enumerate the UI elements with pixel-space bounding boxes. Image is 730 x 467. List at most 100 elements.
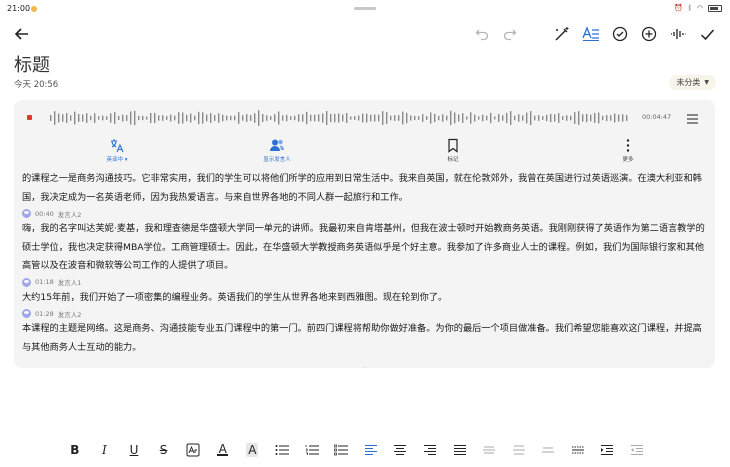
collapse-chevron-icon[interactable] bbox=[358, 358, 372, 368]
window-handle[interactable] bbox=[354, 7, 376, 10]
text-format-button[interactable] bbox=[580, 24, 602, 44]
waveform-bar bbox=[514, 115, 516, 121]
waveform-bar bbox=[482, 114, 484, 122]
audio-waveform[interactable] bbox=[48, 108, 628, 128]
waveform-bar bbox=[90, 115, 92, 121]
waveform-bar bbox=[626, 115, 628, 121]
waveform-bar bbox=[254, 113, 256, 123]
highlight-button[interactable]: A bbox=[238, 440, 268, 460]
check-circle-icon bbox=[612, 26, 628, 42]
magic-pen-button[interactable] bbox=[552, 24, 572, 44]
transcript-intro-text: 的课程之一是商务沟通技巧。它非常实用，我们的学生可以将他们所学的应用到日常生活中… bbox=[22, 173, 702, 203]
segment-speaker[interactable]: 00:40 发言人2 bbox=[22, 207, 710, 220]
waveform-bar bbox=[554, 114, 556, 122]
numbered-list-button[interactable] bbox=[297, 440, 327, 460]
outdent-button[interactable] bbox=[622, 440, 652, 460]
line-spacing-3-button[interactable] bbox=[534, 440, 564, 460]
notification-dot-icon bbox=[31, 6, 37, 12]
dotted-divider-icon bbox=[571, 446, 584, 454]
waveform-bar bbox=[586, 113, 588, 123]
translate-label: 英译中 bbox=[106, 157, 123, 163]
segment-speaker[interactable]: 01:28 发言人2 bbox=[22, 307, 710, 320]
waveform-bar bbox=[202, 112, 204, 124]
align-left-button[interactable] bbox=[356, 440, 386, 460]
waveform-bar bbox=[58, 113, 60, 123]
undo-button[interactable] bbox=[472, 24, 492, 44]
record-stop-icon[interactable] bbox=[27, 115, 32, 120]
waveform-bar bbox=[214, 115, 216, 121]
segment-time: 01:28 bbox=[35, 309, 54, 318]
show-speakers-label: 显示发言人 bbox=[263, 157, 291, 163]
font-size-icon bbox=[186, 443, 200, 457]
status-icons: ⏰ ᛒ ◠ bbox=[674, 4, 722, 12]
waveform-bar bbox=[438, 115, 440, 121]
back-button[interactable] bbox=[12, 24, 32, 44]
segment-speaker[interactable]: 01:18 发言人1 bbox=[22, 276, 710, 289]
waveform-bar bbox=[594, 113, 596, 123]
show-speakers-button[interactable]: 显示发言人 bbox=[247, 138, 307, 163]
line-spacing-2-button[interactable] bbox=[504, 440, 534, 460]
waveform-bar bbox=[70, 115, 72, 121]
waveform-bar bbox=[114, 112, 116, 124]
note-title[interactable]: 标题 bbox=[14, 51, 50, 77]
waveform-bar bbox=[346, 112, 348, 124]
waveform-bar bbox=[306, 111, 308, 125]
underline-button[interactable]: U bbox=[119, 440, 149, 460]
strikethrough-button[interactable]: S bbox=[149, 440, 179, 460]
bookmark-button[interactable]: 标记 bbox=[423, 138, 483, 163]
waveform-bar bbox=[118, 116, 120, 120]
checkbox-list-button[interactable] bbox=[326, 440, 356, 460]
transcript-toolbar: 英译中 ▾ 显示发言人 标记 更多 bbox=[14, 138, 715, 166]
translate-button[interactable]: 英译中 ▾ bbox=[87, 138, 147, 163]
waveform-bar bbox=[162, 115, 164, 121]
redo-button[interactable] bbox=[500, 24, 520, 44]
more-button[interactable]: 更多 bbox=[598, 138, 658, 163]
wifi-icon: ◠ bbox=[696, 4, 703, 12]
checklist-button[interactable] bbox=[610, 24, 630, 44]
waveform-bar bbox=[370, 114, 372, 122]
waveform-bar bbox=[410, 115, 412, 121]
waveform-bar bbox=[258, 110, 260, 126]
audio-duration: 00:04:47 bbox=[642, 113, 672, 121]
waveform-bar bbox=[154, 112, 156, 124]
waveform-bar bbox=[134, 110, 136, 126]
line-spacing-1-button[interactable] bbox=[474, 440, 504, 460]
italic-button[interactable]: I bbox=[90, 440, 120, 460]
text-color-button[interactable]: A bbox=[208, 440, 238, 460]
waveform-bar bbox=[458, 114, 460, 122]
waveform-bar bbox=[106, 116, 108, 120]
waveform-bar bbox=[522, 115, 524, 121]
waveform-bar bbox=[378, 114, 380, 122]
waveform-bar bbox=[486, 115, 488, 121]
waveform-bar bbox=[494, 116, 496, 120]
divider-button[interactable] bbox=[563, 440, 593, 460]
waveform-bar bbox=[310, 114, 312, 122]
font-size-button[interactable] bbox=[178, 440, 208, 460]
insert-button[interactable] bbox=[639, 24, 659, 44]
waveform-bar bbox=[606, 114, 608, 122]
waveform-bar bbox=[534, 115, 536, 121]
transcript[interactable]: 的课程之一是商务沟通技巧。它非常实用，我们的学生可以将他们所学的应用到日常生活中… bbox=[22, 170, 710, 357]
list-icon[interactable] bbox=[686, 110, 699, 129]
category-dropdown[interactable]: 未分类 ▼ bbox=[669, 75, 716, 90]
category-label: 未分类 bbox=[676, 78, 701, 87]
justify-button[interactable] bbox=[445, 440, 475, 460]
align-right-button[interactable] bbox=[415, 440, 445, 460]
italic-icon: I bbox=[102, 443, 107, 457]
waveform-bar bbox=[430, 112, 432, 124]
indent-button[interactable] bbox=[593, 440, 623, 460]
waveform-bar bbox=[170, 114, 172, 122]
waveform-bar bbox=[542, 116, 544, 120]
line-spacing-large-icon bbox=[542, 447, 555, 453]
voice-record-button[interactable] bbox=[668, 24, 688, 44]
bold-button[interactable]: B bbox=[60, 440, 90, 460]
done-button[interactable] bbox=[697, 24, 717, 44]
waveform-bar bbox=[466, 116, 468, 120]
recording-card: 00:04:47 英译中 ▾ 显示发言人 标记 更多 的课程之一是商务沟通技巧。… bbox=[14, 100, 715, 368]
segment-time: 01:18 bbox=[35, 278, 54, 286]
waveform-bar bbox=[398, 115, 400, 121]
outdent-icon bbox=[631, 445, 644, 455]
bullet-list-button[interactable] bbox=[267, 440, 297, 460]
waveform-bar bbox=[614, 113, 616, 123]
align-center-button[interactable] bbox=[386, 440, 416, 460]
